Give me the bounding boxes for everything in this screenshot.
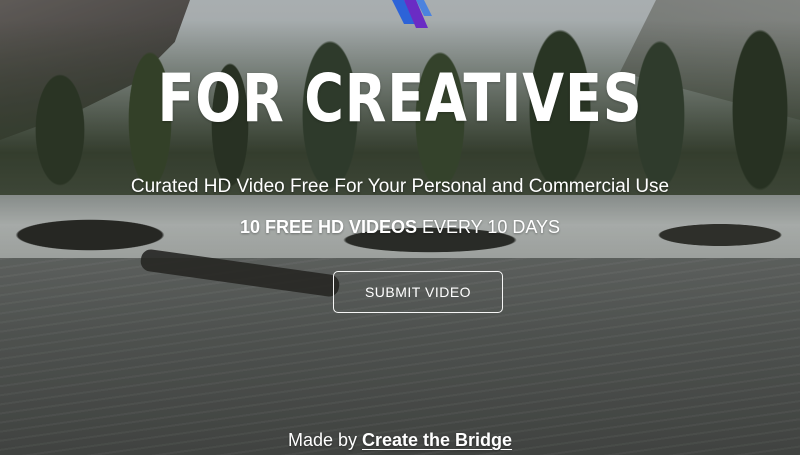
hero-section: FOR CREATIVES Curated HD Video Free For …	[0, 0, 800, 455]
create-the-bridge-link[interactable]: Create the Bridge	[362, 430, 512, 450]
submit-video-button[interactable]: SUBMIT VIDEO	[333, 271, 503, 313]
subheadline: Curated HD Video Free For Your Personal …	[130, 176, 670, 197]
tagline: 10 FREE HD VIDEOS EVERY 10 DAYS	[0, 215, 800, 239]
made-by-label: Made by	[287, 430, 362, 450]
tagline-strong: 10 FREE HD VIDEOS	[239, 217, 417, 237]
page-title: FOR CREATIVES	[157, 60, 643, 137]
tagline-light: EVERY 10 DAYS	[416, 217, 561, 237]
footer-credit: Made by Create the Bridge	[0, 428, 800, 452]
brand-logo-icon[interactable]	[390, 0, 434, 32]
